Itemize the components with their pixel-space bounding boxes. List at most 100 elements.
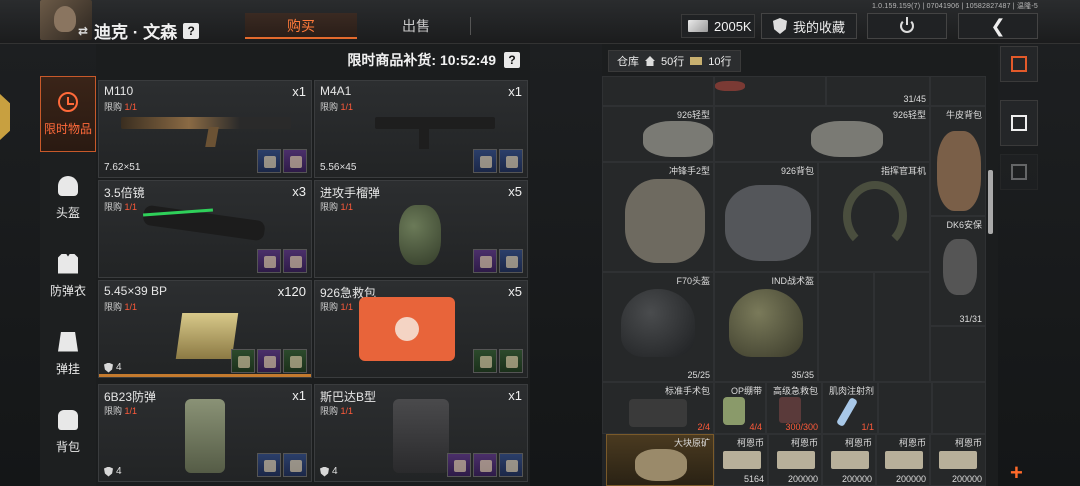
swap-icon: ⇄ xyxy=(78,23,89,38)
shop-panel: 限时商品补货: 10:52:49 ? M110 限购 1/1 x1 7.62×5… xyxy=(96,44,530,486)
material-slot[interactable] xyxy=(447,453,471,477)
warehouse-scrollbar[interactable] xyxy=(988,170,993,234)
inventory-slot[interactable]: 冲锋手2型 xyxy=(602,162,714,272)
slot-label: 926轻型 xyxy=(892,110,926,120)
warehouse-label: 仓库 xyxy=(617,56,639,68)
material-slot[interactable] xyxy=(283,249,307,273)
material-slot[interactable] xyxy=(499,349,523,373)
inventory-slot-coin[interactable]: 柯恩币 200000 xyxy=(876,434,930,486)
disabled-button[interactable] xyxy=(1000,154,1038,190)
inventory-slot[interactable] xyxy=(714,76,826,106)
item-qty: x1 xyxy=(508,84,522,99)
material-slot[interactable] xyxy=(499,249,523,273)
inventory-slot[interactable] xyxy=(818,272,874,382)
expand-plus-icon[interactable]: + xyxy=(1010,460,1023,486)
power-button[interactable] xyxy=(867,13,947,39)
edge-tab-handle[interactable] xyxy=(0,94,10,140)
injector-image xyxy=(836,397,858,427)
sidebar-item-backpack[interactable]: 背包 xyxy=(40,394,96,470)
category-sidebar: 限时物品 头盔 防弹衣 弹挂 背包 xyxy=(40,70,96,486)
shop-item-scope[interactable]: 3.5倍镜 限购 1/1 x3 xyxy=(98,180,312,278)
inventory-slot[interactable] xyxy=(874,272,930,382)
shop-item-grenade[interactable]: 进攻手榴弹 限购 1/1 x5 xyxy=(314,180,528,278)
inventory-slot[interactable]: 31/45 xyxy=(826,76,930,106)
material-slot[interactable] xyxy=(257,149,281,173)
item-image xyxy=(779,397,801,423)
right-toolbar xyxy=(998,44,1040,486)
inventory-slot[interactable] xyxy=(930,76,986,106)
material-slot[interactable] xyxy=(499,149,523,173)
required-materials xyxy=(447,453,523,477)
favorites-label: 我的收藏 xyxy=(792,19,845,35)
shop-item-firstaid[interactable]: 926急救包 限购 1/1 x5 xyxy=(314,280,528,378)
chevron-left-icon: ❮ xyxy=(990,15,1006,36)
shop-item-sparta[interactable]: 斯巴达B型 限购 1/1 x1 4 xyxy=(314,384,528,482)
inventory-slot[interactable]: OP绷带 4/4 xyxy=(714,382,766,434)
material-slot[interactable] xyxy=(283,149,307,173)
shop-item-m4a1[interactable]: M4A1 限购 1/1 x1 5.56×45 xyxy=(314,80,528,178)
inventory-slot-ore[interactable]: 大块原矿 xyxy=(606,434,714,486)
inventory-slot-coin[interactable]: 柯恩币 200000 xyxy=(930,434,986,486)
material-slot[interactable] xyxy=(257,349,281,373)
organize-button[interactable] xyxy=(1000,100,1038,146)
inventory-slot[interactable]: 926背包 xyxy=(714,162,818,272)
favorites-button[interactable]: 我的收藏 xyxy=(761,13,857,39)
material-slot[interactable] xyxy=(473,249,497,273)
slot-count: 5164 xyxy=(743,474,764,484)
shop-item-m110[interactable]: M110 限购 1/1 x1 7.62×51 xyxy=(98,80,312,178)
shop-item-6b23[interactable]: 6B23防弹 限购 1/1 x1 4 xyxy=(98,384,312,482)
item-limit: 限购 1/1 xyxy=(320,102,354,112)
inventory-slot[interactable] xyxy=(878,382,932,434)
backpack-icon xyxy=(58,409,78,430)
material-slot[interactable] xyxy=(257,453,281,477)
sort-button[interactable] xyxy=(1000,46,1038,82)
inventory-slot[interactable]: IND战术盔 35/35 xyxy=(714,272,818,382)
material-slot[interactable] xyxy=(473,453,497,477)
inventory-slot[interactable]: 926轻型 xyxy=(602,106,714,162)
back-button[interactable]: ❮ xyxy=(958,13,1038,39)
inventory-slot[interactable]: 标准手术包 2/4 xyxy=(602,382,714,434)
material-slot[interactable] xyxy=(473,349,497,373)
slot-label: DK6安保 xyxy=(946,220,982,230)
helmet-image xyxy=(729,289,803,357)
sidebar-item-helmet[interactable]: 头盔 xyxy=(40,160,96,236)
rifle-image xyxy=(121,117,291,129)
tab-sell[interactable]: 出售 xyxy=(360,13,472,39)
material-slot[interactable] xyxy=(257,249,281,273)
shop-item-ammo[interactable]: 5.45×39 BP 限购 1/1 x120 4 xyxy=(98,280,312,378)
inventory-slot[interactable]: 926轻型 xyxy=(714,106,930,162)
sidebar-item-vest[interactable]: 防弹衣 xyxy=(40,238,96,314)
inventory-slot-coin[interactable]: 柯恩币 5164 xyxy=(714,434,768,486)
material-slot[interactable] xyxy=(473,149,497,173)
inventory-slot[interactable] xyxy=(932,382,986,434)
slot-label: IND战术盔 xyxy=(771,276,815,286)
help-icon[interactable]: ? xyxy=(504,52,520,68)
item-armor-level: 4 xyxy=(320,466,338,477)
material-slot[interactable] xyxy=(283,349,307,373)
material-slot[interactable] xyxy=(231,349,255,373)
inventory-slot[interactable]: 肌肉注射剂 1/1 xyxy=(822,382,878,434)
sidebar-item-limited[interactable]: 限时物品 xyxy=(40,76,96,152)
sidebar-item-rig[interactable]: 弹挂 xyxy=(40,316,96,392)
inventory-slot[interactable]: F70头盔 25/25 xyxy=(602,272,714,382)
inventory-slot[interactable] xyxy=(602,76,714,106)
inventory-slot-coin[interactable]: 柯恩币 200000 xyxy=(822,434,876,486)
slot-label: 标准手术包 xyxy=(664,386,710,396)
item-name: M110 xyxy=(104,84,134,98)
shop-screen: ⇄ 迪克 · 文森 ? 购买 出售 1.0.159.159(7) | 07041… xyxy=(0,0,1080,486)
inventory-slot[interactable]: 指挥官耳机 xyxy=(818,162,930,272)
material-slot[interactable] xyxy=(283,453,307,477)
material-slot[interactable] xyxy=(499,453,523,477)
inventory-slot[interactable]: 牛皮背包 xyxy=(930,106,986,216)
inventory-slot[interactable]: 高级急救包 300/300 xyxy=(766,382,822,434)
required-materials xyxy=(473,349,523,373)
help-icon[interactable]: ? xyxy=(183,22,200,39)
inventory-slot-coin[interactable]: 柯恩币 200000 xyxy=(768,434,822,486)
item-qty: x1 xyxy=(508,388,522,403)
tab-buy[interactable]: 购买 xyxy=(245,13,357,39)
item-image xyxy=(643,121,713,157)
inventory-slot[interactable] xyxy=(930,326,986,382)
item-qty: x1 xyxy=(292,84,306,99)
inventory-slot[interactable]: DK6安保 31/31 xyxy=(930,216,986,326)
item-image xyxy=(725,185,811,261)
